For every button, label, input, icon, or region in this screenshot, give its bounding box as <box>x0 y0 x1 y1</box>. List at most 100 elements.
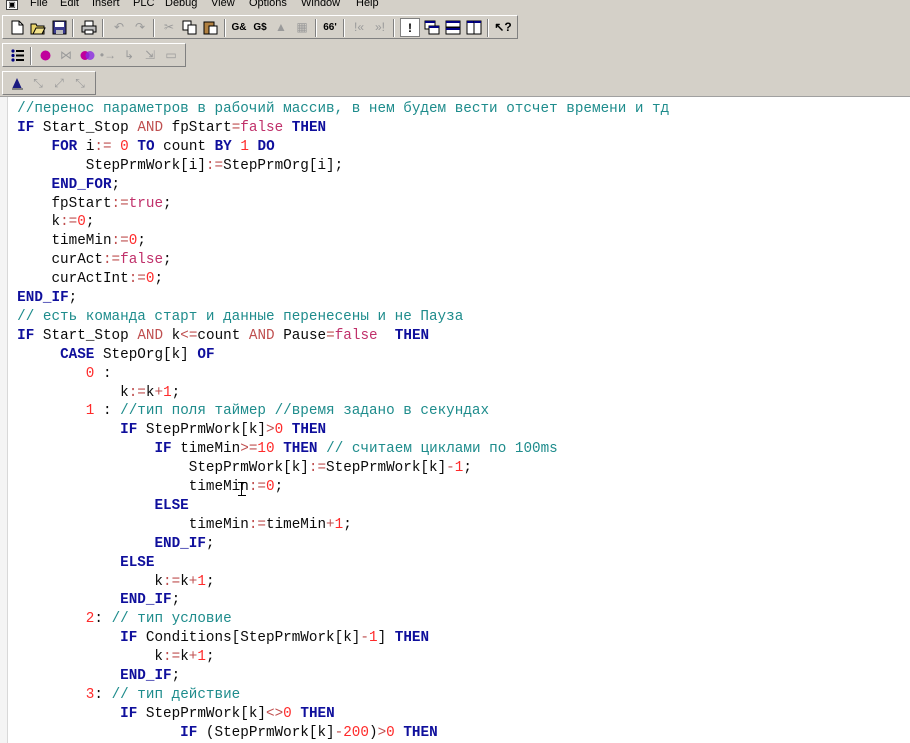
code-line[interactable]: fpStart:=true; <box>0 195 171 214</box>
code-line[interactable]: END_IF; <box>0 591 180 610</box>
list-icon[interactable] <box>7 46 27 65</box>
menu-help[interactable]: Help <box>356 0 379 9</box>
code-line[interactable]: StepPrmWork[k]:=StepPrmWork[k]-1; <box>0 459 472 478</box>
code-editor[interactable]: //перенос параметров в рабочий массив, в… <box>0 96 910 743</box>
code-token: THEN <box>291 422 327 439</box>
menu-insert[interactable]: Insert <box>92 0 120 9</box>
stop-icon[interactable]: ⤡ <box>70 74 90 93</box>
open-file-icon[interactable] <box>28 18 48 37</box>
watch-icon[interactable]: 66' <box>320 18 340 37</box>
code-line[interactable]: StepPrmWork[i]:=StepPrmOrg[i]; <box>0 157 343 176</box>
code-token: TO <box>137 138 155 155</box>
code-token: StepPrmWork[k] <box>326 460 447 477</box>
logout-icon[interactable]: ⤡ <box>28 74 48 93</box>
input-assistant-icon[interactable]: ▦ <box>292 18 312 37</box>
code-line[interactable]: k:=0; <box>0 213 94 232</box>
code-line[interactable]: END_IF; <box>0 289 77 308</box>
print-icon[interactable] <box>79 18 99 37</box>
code-token: AND <box>137 327 164 344</box>
menu-options[interactable]: Options <box>249 0 287 9</box>
menu-view[interactable]: View <box>211 0 235 9</box>
menu-edit[interactable]: Edit <box>60 0 79 9</box>
menu-file[interactable]: File <box>30 0 48 9</box>
tile-vertical-icon[interactable] <box>464 18 484 37</box>
code-line[interactable]: k:=k+1; <box>0 573 214 592</box>
code-line[interactable]: timeMin:=0; <box>0 232 145 251</box>
code-line[interactable]: IF StepPrmWork[k]>0 THEN <box>0 421 326 440</box>
code-line[interactable]: IF (StepPrmWork[k]-200)>0 THEN <box>0 724 438 743</box>
code-token: count <box>197 327 249 344</box>
write-values-icon[interactable]: ▭ <box>161 46 181 65</box>
new-file-icon[interactable] <box>7 18 27 37</box>
code-line[interactable]: CASE StepOrg[k] OF <box>0 346 214 365</box>
undo-icon[interactable]: ↶ <box>109 18 129 37</box>
code-line[interactable]: timeMin:=timeMin+1; <box>0 516 352 535</box>
app-icon[interactable]: ▣ <box>6 0 18 10</box>
cut-icon[interactable]: ✂ <box>159 18 179 37</box>
code-token: AND <box>248 327 275 344</box>
menu-plc[interactable]: PLC <box>133 0 154 9</box>
code-line[interactable]: END_IF; <box>0 667 180 686</box>
step-back-icon[interactable]: !« <box>349 18 369 37</box>
menu-window[interactable]: Window <box>301 0 340 9</box>
save-icon[interactable] <box>49 18 69 37</box>
code-line[interactable]: curAct:=false; <box>0 251 171 270</box>
paste-icon[interactable] <box>201 18 221 37</box>
context-help-icon[interactable]: ↖? <box>493 18 513 37</box>
code-token: >= <box>240 441 258 458</box>
toolbar-separator <box>224 19 226 37</box>
code-line[interactable]: IF StepPrmWork[k]<>0 THEN <box>0 705 335 724</box>
toggle-breakpoint-icon[interactable] <box>77 46 97 65</box>
replace-icon[interactable]: ▲ <box>271 18 291 37</box>
menu-debug[interactable]: Debug <box>165 0 197 9</box>
code-line[interactable]: ELSE <box>0 497 188 516</box>
code-line[interactable]: 2: // тип условие <box>0 610 232 629</box>
code-line[interactable]: IF Start_Stop AND k<=count AND Pause=fal… <box>0 327 429 346</box>
code-line[interactable]: 3: // тип действие <box>0 686 240 705</box>
single-cycle-icon[interactable]: ⇲ <box>140 46 160 65</box>
code-token: THEN <box>291 119 327 136</box>
remove-breakpoint-icon[interactable]: ⋈ <box>56 46 76 65</box>
code-token: := <box>102 252 121 269</box>
code-token: ; <box>154 271 164 288</box>
find-next-icon[interactable]: G$ <box>250 18 270 37</box>
cascade-windows-icon[interactable] <box>422 18 442 37</box>
code-line[interactable]: // есть команда старт и данные перенесен… <box>0 308 463 327</box>
message-icon[interactable]: ! <box>400 18 420 37</box>
code-line[interactable]: 0 : <box>0 365 112 384</box>
code-token: THEN <box>403 724 438 741</box>
step-forward-icon[interactable]: »! <box>370 18 390 37</box>
code-token: IF <box>154 441 172 458</box>
code-token: curActInt <box>0 271 129 288</box>
standard-toolbar: ↶ ↷ ✂ G& G$ ▲ ▦ 66' !« »! ! ↖? <box>2 15 518 39</box>
code-line[interactable]: k:=k+1; <box>0 384 180 403</box>
code-token: 10 <box>257 441 275 458</box>
code-line[interactable]: ELSE <box>0 554 154 573</box>
code-token: 0 <box>265 479 275 495</box>
code-line[interactable]: IF timeMin>=10 THEN // считаем циклами п… <box>0 440 557 459</box>
redo-icon[interactable]: ↷ <box>130 18 150 37</box>
login-icon[interactable] <box>7 74 27 93</box>
tile-horizontal-icon[interactable] <box>443 18 463 37</box>
code-line[interactable]: curActInt:=0; <box>0 270 163 289</box>
find-icon[interactable]: G& <box>229 18 249 37</box>
step-over-icon[interactable]: •→ <box>98 46 118 65</box>
code-token: > <box>377 724 387 741</box>
code-line[interactable]: IF Conditions[StepPrmWork[k]-1] THEN <box>0 629 429 648</box>
run-icon[interactable]: ⤢ <box>49 74 69 93</box>
code-line[interactable]: 1 : //тип поля таймер //время задано в с… <box>0 402 489 421</box>
code-line[interactable]: END_FOR; <box>0 176 120 195</box>
code-token: := <box>128 271 146 288</box>
code-line[interactable]: //перенос параметров в рабочий массив, в… <box>0 100 669 119</box>
code-line[interactable]: END_IF; <box>0 535 214 554</box>
breakpoint-icon[interactable] <box>35 46 55 65</box>
toolbar-separator <box>30 47 32 65</box>
step-in-icon[interactable]: ↳ <box>119 46 139 65</box>
code-line[interactable]: IF Start_Stop AND fpStart=false THEN <box>0 119 326 138</box>
code-line[interactable]: FOR i:= 0 TO count BY 1 DO <box>0 138 274 157</box>
code-line[interactable]: k:=k+1; <box>0 648 214 667</box>
copy-icon[interactable] <box>180 18 200 37</box>
code-token: <> <box>266 705 284 722</box>
